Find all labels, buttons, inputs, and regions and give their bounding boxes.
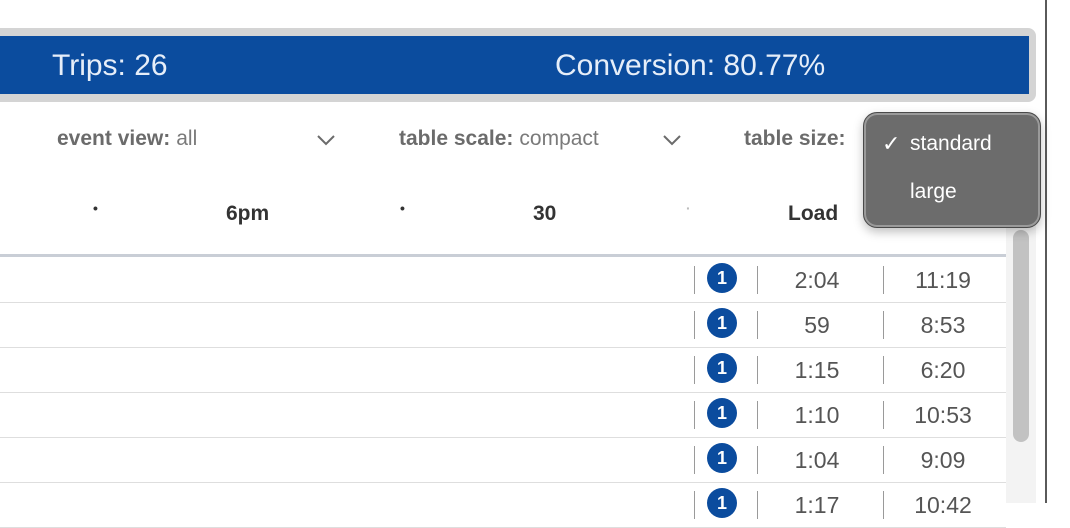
column-divider — [694, 266, 695, 294]
table-scale-label: table scale: — [399, 127, 514, 150]
count-badge: 1 — [707, 398, 737, 428]
header-divider — [0, 254, 1006, 257]
header-dot: • — [93, 200, 98, 216]
column-divider — [757, 401, 758, 429]
chevron-down-icon[interactable] — [662, 134, 682, 146]
header-dot: • — [400, 200, 405, 216]
scrollbar-thumb[interactable] — [1013, 230, 1029, 442]
time-cell: 8:53 — [920, 312, 966, 338]
column-divider — [883, 311, 884, 339]
count-badge: 1 — [707, 488, 737, 518]
checkmark-icon: ✓ — [882, 131, 901, 156]
table-row[interactable]: 1 59 8:53 — [0, 303, 1006, 348]
column-divider — [694, 356, 695, 384]
table-row[interactable]: 1 1:15 6:20 — [0, 348, 1006, 393]
time-cell: 9:09 — [920, 447, 966, 473]
header-load[interactable]: Load — [788, 202, 838, 226]
table-scale-value: compact — [519, 127, 599, 150]
column-divider — [757, 266, 758, 294]
load-cell: 1:17 — [794, 492, 840, 518]
load-cell: 1:15 — [794, 357, 840, 383]
count-badge: 1 — [707, 353, 737, 383]
table-header: • 6pm • 30 · Load — [0, 190, 1006, 242]
chevron-down-icon[interactable] — [316, 134, 336, 146]
load-cell: 1:10 — [794, 402, 840, 428]
count-badge: 1 — [707, 443, 737, 473]
table-size-label: table size: — [744, 127, 846, 150]
load-cell: 2:04 — [794, 267, 840, 293]
header-6pm: 6pm — [226, 202, 270, 225]
column-divider — [757, 356, 758, 384]
header-30: 30 — [533, 202, 557, 225]
column-divider — [883, 446, 884, 474]
time-cell: 11:19 — [915, 267, 971, 293]
option-label: large — [910, 180, 957, 203]
event-view-label: event view: — [57, 127, 171, 150]
column-divider — [694, 401, 695, 429]
option-label: standard — [910, 132, 992, 155]
time-cell: 6:20 — [920, 357, 966, 383]
time-cell: 10:42 — [914, 492, 972, 518]
column-divider — [757, 311, 758, 339]
column-divider — [883, 356, 884, 384]
count-badge: 1 — [707, 308, 737, 338]
window-edge — [1045, 0, 1047, 503]
table-row[interactable]: 1 1:10 10:53 — [0, 393, 1006, 438]
table-size-select[interactable]: table size: — [744, 127, 846, 151]
column-divider — [757, 446, 758, 474]
table-body: 1 2:04 11:19 1 59 8:53 1 1:15 6:20 1 1:1… — [0, 258, 1006, 528]
table-size-dropdown: ✓ standard large — [863, 112, 1041, 228]
column-divider — [694, 311, 695, 339]
event-view-value: all — [176, 127, 198, 150]
table-row[interactable]: 1 1:04 9:09 — [0, 438, 1006, 483]
time-cell: 10:53 — [914, 402, 972, 428]
column-divider — [883, 491, 884, 519]
trips-count: Trips: 26 — [52, 49, 168, 82]
header-dot: · — [686, 200, 691, 216]
event-view-select[interactable]: event view: all — [57, 127, 197, 151]
load-cell: 1:04 — [794, 447, 840, 473]
column-divider — [694, 446, 695, 474]
conversion-rate: Conversion: 80.77% — [555, 49, 826, 82]
table-row[interactable]: 1 1:17 10:42 — [0, 483, 1006, 528]
summary-banner: Trips: 26 Conversion: 80.77% — [0, 36, 1029, 94]
table-row[interactable]: 1 2:04 11:19 — [0, 258, 1006, 303]
column-divider — [883, 266, 884, 294]
column-divider — [883, 401, 884, 429]
count-badge: 1 — [707, 263, 737, 293]
column-divider — [757, 491, 758, 519]
column-divider — [694, 491, 695, 519]
table-scale-select[interactable]: table scale: compact — [399, 127, 599, 151]
load-cell: 59 — [804, 312, 830, 338]
